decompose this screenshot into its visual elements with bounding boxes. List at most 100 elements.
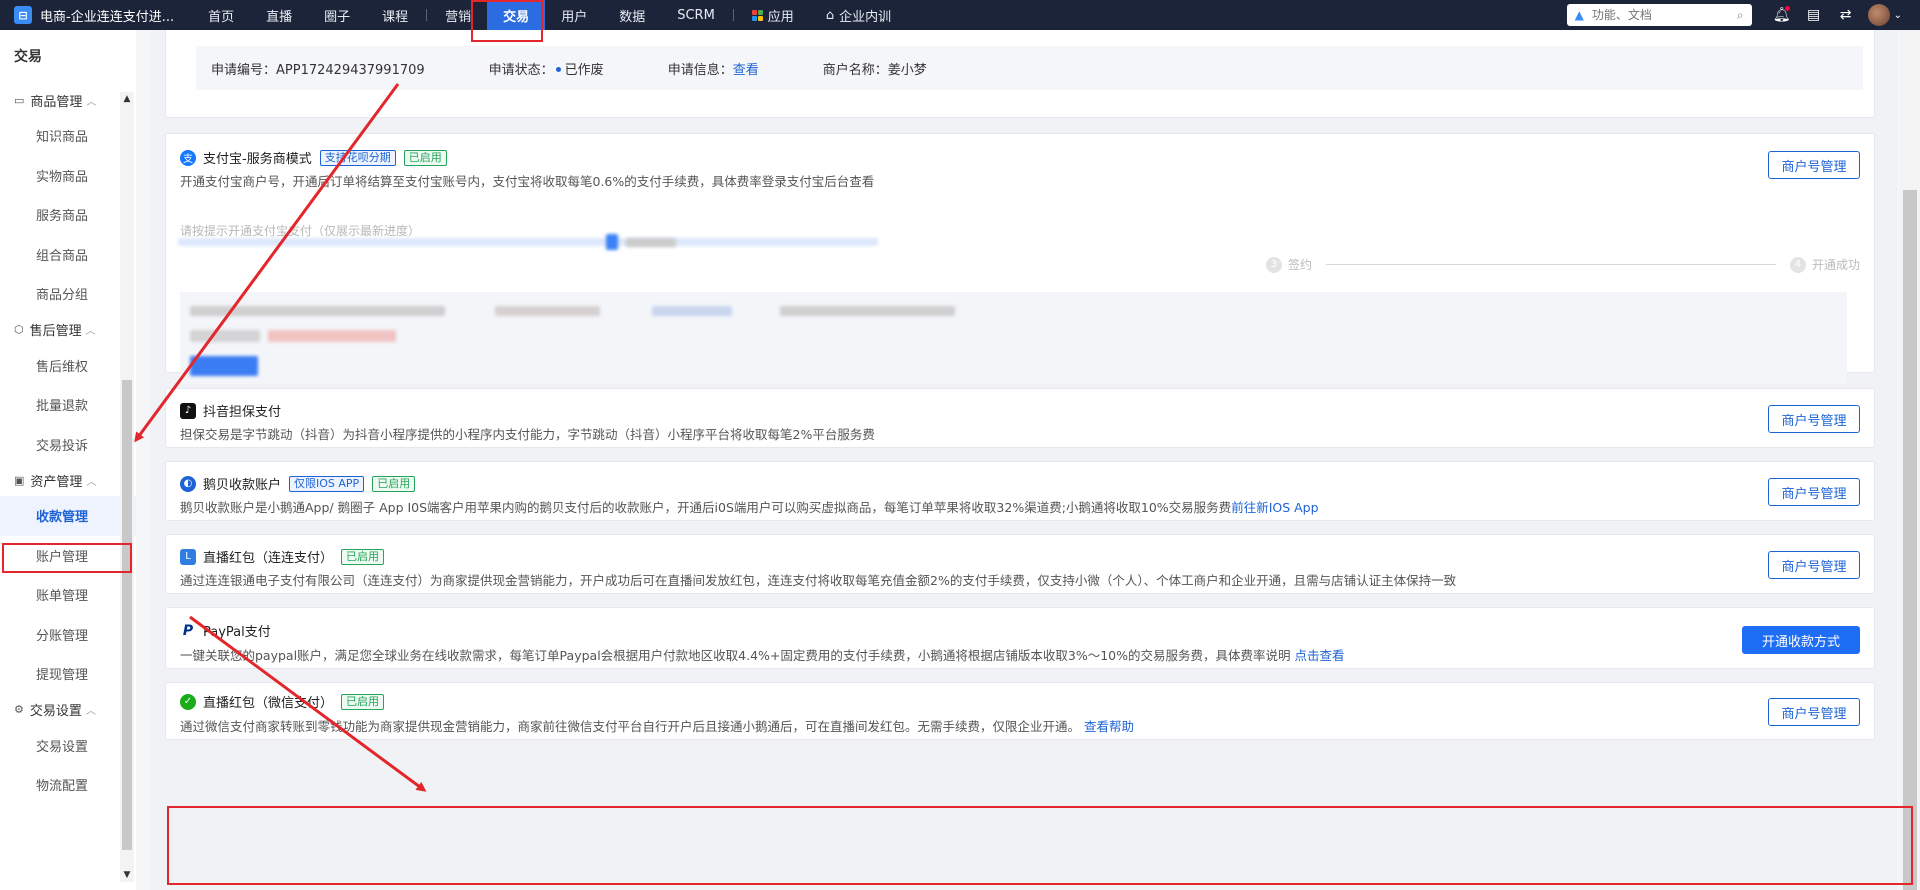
top-nav-bar: ⊟ 电商-企业连连支付进... 首页 直播 圈子 课程 营销 交易 用户 数据 … (0, 0, 1920, 30)
view-application-link[interactable]: 查看 (733, 63, 759, 78)
search-box[interactable]: ▲ ⌕ (1566, 4, 1752, 26)
blurred-button (190, 356, 258, 376)
help-link[interactable]: 查看帮助 (1084, 719, 1134, 734)
nav-item-apps-label: 应用 (767, 9, 794, 25)
app-logo-icon[interactable]: ⊟ (14, 6, 32, 24)
sidebar-item-logistics[interactable]: 物流配置 (0, 765, 136, 805)
wechat-description: 通过微信支付商家转账到零钱功能为商家提供现金营销能力，商家前往微信支付平台自行开… (180, 719, 1135, 734)
chevron-down-icon[interactable]: ⌄ (1894, 10, 1902, 21)
sidebar-group-trade-settings[interactable]: ⚙ 交易设置 ︿ (0, 694, 136, 726)
sidebar: 交易 ▭ 商品管理 ︿ 知识商品 实物商品 服务商品 组合商品 商品分组 ⬡ 售… (0, 30, 136, 890)
paypal-title-text: PayPal支付 (203, 625, 271, 640)
nav-item-live[interactable]: 直播 (250, 0, 308, 30)
sidebar-item-batch-refund[interactable]: 批量退款 (0, 385, 136, 425)
sidebar-scroll-thumb[interactable] (122, 380, 132, 850)
annotation-box-nav (471, 0, 543, 42)
wallet-icon: ▣ (14, 473, 25, 487)
blurred-text (190, 330, 260, 342)
enabled-badge: 已启用 (372, 475, 416, 492)
nav-item-apps[interactable]: 应用 (736, 0, 810, 30)
scroll-up-icon[interactable]: ▲ (120, 94, 134, 104)
annotation-box-sidebar (2, 543, 132, 573)
paypal-details-link[interactable]: 点击查看 (1295, 648, 1345, 663)
step-3-label: 签约 (1287, 258, 1312, 272)
switch-icon[interactable]: ⇄ (1830, 0, 1862, 30)
sidebar-scrollbar[interactable]: ▲ ▼ (120, 92, 134, 882)
sidebar-item-physical-goods[interactable]: 实物商品 (0, 156, 136, 196)
main-scroll-thumb[interactable] (1903, 190, 1917, 890)
sidebar-item-split-management[interactable]: 分账管理 (0, 615, 136, 655)
search-icon[interactable]: ⌕ (1737, 8, 1744, 23)
search-input[interactable] (1591, 8, 1737, 22)
wechat-card: ✓ 直播红包（微信支付） 已启用 通过微信支付商家转账到零钱功能为商家提供现金营… (165, 682, 1875, 740)
chevron-up-icon: ︿ (85, 326, 96, 337)
nav-item-home[interactable]: 首页 (192, 0, 250, 30)
app-title[interactable]: 电商-企业连连支付进... (40, 6, 174, 25)
sidebar-item-knowledge-goods[interactable]: 知识商品 (0, 116, 136, 156)
douyin-merchant-button[interactable]: 商户号管理 (1768, 405, 1860, 433)
blurred-text (268, 330, 396, 342)
scroll-down-icon[interactable]: ▼ (120, 870, 134, 880)
douyin-title: ♪ 抖音担保支付 (180, 401, 281, 420)
nav-item-course[interactable]: 课程 (366, 0, 424, 30)
nav-item-data[interactable]: 数据 (603, 0, 661, 30)
sidebar-group-after-sales[interactable]: ⬡ 售后管理 ︿ (0, 314, 136, 346)
alipay-card: 支 支付宝-服务商模式 支持花呗分期 已启用 开通支付宝商户号，开通后订单将结算… (165, 133, 1875, 384)
douyin-title-text: 抖音担保支付 (203, 405, 282, 420)
sidebar-group-goods[interactable]: ▭ 商品管理 ︿ (0, 84, 136, 116)
status-dot (555, 66, 561, 72)
notification-bell-icon[interactable]: 🔔︎ (1766, 0, 1798, 30)
sidebar-item-goods-groups[interactable]: 商品分组 (0, 274, 136, 314)
goods-icon: ▭ (14, 93, 25, 107)
douyin-description: 担保交易是字节跳动（抖音）为抖音小程序提供的小程序内支付能力，字节跳动（抖音）小… (180, 427, 875, 442)
sidebar-item-bill-management[interactable]: 账单管理 (0, 575, 136, 615)
sidebar-group-assets[interactable]: ▣ 资产管理 ︿ (0, 464, 136, 496)
nav-item-training[interactable]: ⌂ 企业内训 (810, 0, 907, 30)
step-3-number: 3 (1265, 256, 1282, 273)
nav-divider (426, 9, 428, 21)
douyin-icon: ♪ (180, 402, 196, 419)
shield-icon: ⬡ (14, 323, 24, 336)
ebei-icon: ◐ (180, 475, 196, 492)
ebei-merchant-button[interactable]: 商户号管理 (1768, 478, 1860, 506)
store-icon[interactable]: ▤ (1798, 0, 1830, 30)
settings-icon: ⚙ (14, 703, 24, 716)
nav-item-scrm[interactable]: SCRM (661, 0, 731, 30)
blurred-text (190, 306, 445, 316)
sidebar-item-trade-settings[interactable]: 交易设置 (0, 726, 136, 766)
lianlian-icon: L (180, 548, 196, 565)
wechat-merchant-button[interactable]: 商户号管理 (1768, 698, 1860, 726)
lianlian-description: 通过连连银通电子支付有限公司（连连支付）为商家提供现金营销能力，开户成功后可在直… (180, 573, 1457, 588)
alipay-title-text: 支付宝-服务商模式 (203, 152, 312, 167)
ebei-description: 鹅贝收款账户是小鹅通App/ 鹅圈子 App I0S端客户用苹果内购的鹅贝支付后… (180, 500, 1319, 515)
enabled-badge: 已启用 (403, 149, 447, 166)
wechat-pay-icon: ✓ (180, 693, 196, 710)
enabled-badge: 已启用 (341, 548, 385, 565)
nav-item-users[interactable]: 用户 (545, 0, 603, 30)
step-4-number: 4 (1789, 256, 1806, 273)
avatar[interactable] (1867, 4, 1890, 26)
enable-payment-button[interactable]: 开通收款方式 (1742, 626, 1860, 654)
blurred-step-label (626, 238, 676, 247)
paypal-title: P PayPal支付 (180, 621, 271, 640)
ebei-card: ◐ 鹅贝收款账户 仅限IOS APP 已启用 鹅贝收款账户是小鹅通App/ 鹅圈… (165, 461, 1875, 521)
sidebar-item-service-goods[interactable]: 服务商品 (0, 195, 136, 235)
sidebar-item-bundle-goods[interactable]: 组合商品 (0, 235, 136, 275)
sidebar-item-complaints[interactable]: 交易投诉 (0, 425, 136, 465)
wechat-title-text: 直播红包（微信支付） (203, 696, 334, 711)
application-number: 申请编号：APP172429437991709 (211, 62, 425, 78)
ebei-title-text: 鹅贝收款账户 (203, 478, 282, 493)
alipay-merchant-button[interactable]: 商户号管理 (1768, 151, 1860, 179)
blurred-text (652, 306, 732, 316)
ios-app-link[interactable]: 前往新IOS App (1231, 500, 1318, 515)
alipay-icon: 支 (180, 149, 196, 166)
alipay-steps: 3 签约 4 开通成功 (1265, 256, 1860, 273)
paypal-icon: P (180, 622, 196, 639)
lianlian-merchant-button[interactable]: 商户号管理 (1768, 551, 1860, 579)
sidebar-item-rights[interactable]: 售后维权 (0, 346, 136, 386)
sidebar-item-payment-management[interactable]: 收款管理 (0, 496, 136, 536)
blurred-text (495, 306, 600, 316)
sidebar-item-withdraw-management[interactable]: 提现管理 (0, 654, 136, 694)
nav-item-circle[interactable]: 圈子 (308, 0, 366, 30)
ios-only-tag: 仅限IOS APP (289, 475, 365, 492)
